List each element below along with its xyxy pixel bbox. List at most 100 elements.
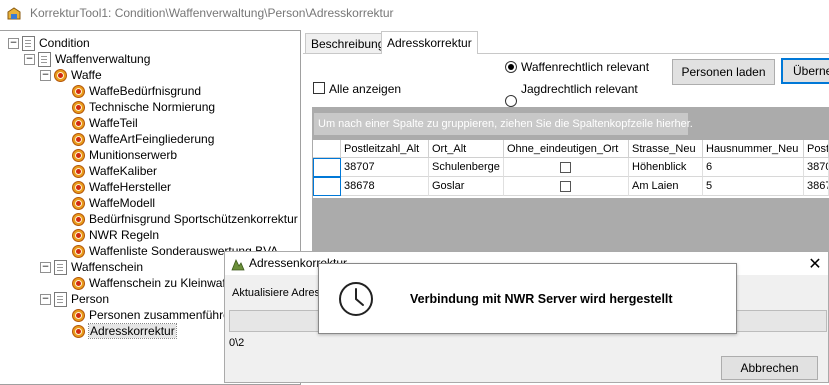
- target-icon: [54, 68, 67, 82]
- tree-node-waffenschein[interactable]: − Waffenschein: [40, 259, 143, 275]
- tree-node-person[interactable]: − Person: [40, 291, 109, 307]
- show-all-label: Alle anzeigen: [329, 82, 402, 96]
- tree-item[interactable]: Munitionserwerb: [72, 147, 177, 163]
- title-bar: KorrekturTool1: Condition\Waffenverwaltu…: [0, 0, 829, 28]
- tree-node-label: Waffe: [71, 68, 102, 82]
- table-cell[interactable]: Am Laien: [629, 177, 703, 196]
- tree-item-label: NWR Regeln: [89, 228, 160, 242]
- collapse-icon[interactable]: −: [40, 293, 51, 305]
- table-cell[interactable]: 3870: [804, 158, 829, 177]
- table-cell[interactable]: Schulenberge: [429, 158, 504, 177]
- tree-item-label: WaffeHersteller: [89, 180, 172, 194]
- row-checkbox[interactable]: [560, 162, 571, 173]
- tree-node-waffenverwaltung[interactable]: − Waffenverwaltung: [24, 51, 150, 67]
- tree-item[interactable]: WaffeKaliber: [72, 163, 157, 179]
- load-persons-button[interactable]: Personen laden: [672, 59, 775, 85]
- target-icon: [72, 84, 85, 98]
- target-icon: [72, 164, 85, 178]
- target-icon: [72, 196, 85, 210]
- row-checkbox[interactable]: [560, 181, 571, 192]
- transfer-button[interactable]: Überne: [781, 58, 829, 84]
- row-selector[interactable]: [313, 158, 341, 177]
- tree-item-label: WaffeBedürfnisgrund: [89, 84, 202, 98]
- tree-item[interactable]: NWR Regeln: [72, 227, 159, 243]
- tree-item[interactable]: Personen zusammenführen: [72, 307, 236, 323]
- target-icon: [72, 100, 85, 114]
- tree-item[interactable]: Waffenschein zu Kleinwaffe: [72, 275, 236, 291]
- collapse-icon[interactable]: −: [40, 69, 51, 81]
- target-icon: [72, 308, 85, 322]
- target-icon: [72, 180, 85, 194]
- tree-item-label: WaffeTeil: [89, 116, 138, 130]
- row-selector[interactable]: [313, 177, 341, 196]
- document-icon: [22, 35, 35, 51]
- document-icon: [54, 291, 67, 307]
- table-cell[interactable]: 38707: [341, 158, 429, 177]
- group-by-hint[interactable]: Um nach einer Spalte zu gruppieren, zieh…: [314, 113, 693, 135]
- tree-item[interactable]: WaffeModell: [72, 195, 155, 211]
- target-icon: [72, 244, 85, 258]
- progress-counter: 0\2: [229, 337, 245, 349]
- table-cell[interactable]: Höhenblick: [629, 158, 703, 177]
- column-header[interactable]: Strasse_Neu: [629, 140, 703, 158]
- tree-node-waffe[interactable]: − Waffe: [40, 67, 102, 83]
- tree-node-label: Person: [71, 292, 110, 306]
- target-icon: [72, 132, 85, 146]
- table-cell-checkbox[interactable]: [504, 158, 629, 177]
- tree-item-label: WaffeModell: [89, 196, 156, 210]
- tree-node-condition[interactable]: − Condition: [8, 35, 90, 51]
- table-cell[interactable]: 3867: [804, 177, 829, 196]
- target-icon: [72, 228, 85, 242]
- tree-item-selected[interactable]: Adresskorrektur: [72, 323, 177, 339]
- table-cell[interactable]: 5: [703, 177, 804, 196]
- tree-item[interactable]: WaffeBedürfnisgrund: [72, 83, 201, 99]
- tree-item-label: Personen zusammenführen: [89, 308, 237, 322]
- target-icon: [72, 324, 85, 338]
- connection-message: Verbindung mit NWR Server wird hergestel…: [410, 292, 673, 306]
- column-header[interactable]: Postleitzahl_Alt: [341, 140, 429, 158]
- table-cell[interactable]: 6: [703, 158, 804, 177]
- column-header[interactable]: Hausnummer_Neu: [703, 140, 804, 158]
- close-icon[interactable]: ✕: [803, 253, 827, 274]
- clock-icon: [339, 282, 373, 316]
- tree-item[interactable]: WaffeArtFeingliederung: [72, 131, 214, 147]
- radio-hunt-relevant[interactable]: [505, 95, 517, 107]
- collapse-icon[interactable]: −: [40, 261, 51, 273]
- table-cell[interactable]: Goslar: [429, 177, 504, 196]
- tab-beschreibung[interactable]: Beschreibung: [305, 33, 391, 54]
- tree-item-label: Munitionserwerb: [89, 148, 178, 162]
- connection-popup: Verbindung mit NWR Server wird hergestel…: [318, 263, 737, 334]
- show-all-checkbox[interactable]: [313, 82, 325, 94]
- column-header[interactable]: Ohne_eindeutigen_Ort: [504, 140, 629, 158]
- target-icon: [72, 148, 85, 162]
- tree-node-label: Waffenverwaltung: [55, 52, 151, 66]
- dialog-message: Aktualisiere Adres: [232, 287, 321, 299]
- tree-item[interactable]: Technische Normierung: [72, 99, 215, 115]
- tab-adresskorrektur[interactable]: Adresskorrektur: [381, 31, 478, 54]
- column-header[interactable]: Ort_Alt: [429, 140, 504, 158]
- data-grid[interactable]: Postleitzahl_Alt Ort_Alt Ohne_eindeutige…: [313, 140, 829, 198]
- tree-item-label: WaffeArtFeingliederung: [89, 132, 215, 146]
- table-cell[interactable]: 38678: [341, 177, 429, 196]
- tree-item[interactable]: WaffeHersteller: [72, 179, 171, 195]
- tree-item[interactable]: Bedürfnisgrund Sportschützenkorrektur: [72, 211, 298, 227]
- tree-item-label: WaffeKaliber: [89, 164, 158, 178]
- radio-weapon-label: Waffenrechtlich relevant: [521, 60, 650, 74]
- dialog-app-icon: [231, 259, 245, 271]
- row-header-corner: [313, 140, 341, 158]
- target-icon: [72, 276, 85, 290]
- column-header[interactable]: Postle: [804, 140, 829, 158]
- tree-node-label: Condition: [39, 36, 90, 50]
- radio-hunt-label: Jagdrechtlich relevant: [521, 82, 638, 96]
- tree-item-label: Waffenschein zu Kleinwaffe: [89, 276, 236, 290]
- radio-weapon-relevant[interactable]: [505, 61, 517, 73]
- document-icon: [38, 51, 51, 67]
- cancel-button[interactable]: Abbrechen: [721, 356, 818, 380]
- target-icon: [72, 116, 85, 130]
- table-cell-checkbox[interactable]: [504, 177, 629, 196]
- tree-item-label: Bedürfnisgrund Sportschützenkorrektur: [89, 212, 298, 226]
- collapse-icon[interactable]: −: [8, 37, 19, 49]
- collapse-icon[interactable]: −: [24, 53, 35, 65]
- document-icon: [54, 259, 67, 275]
- tree-item[interactable]: WaffeTeil: [72, 115, 138, 131]
